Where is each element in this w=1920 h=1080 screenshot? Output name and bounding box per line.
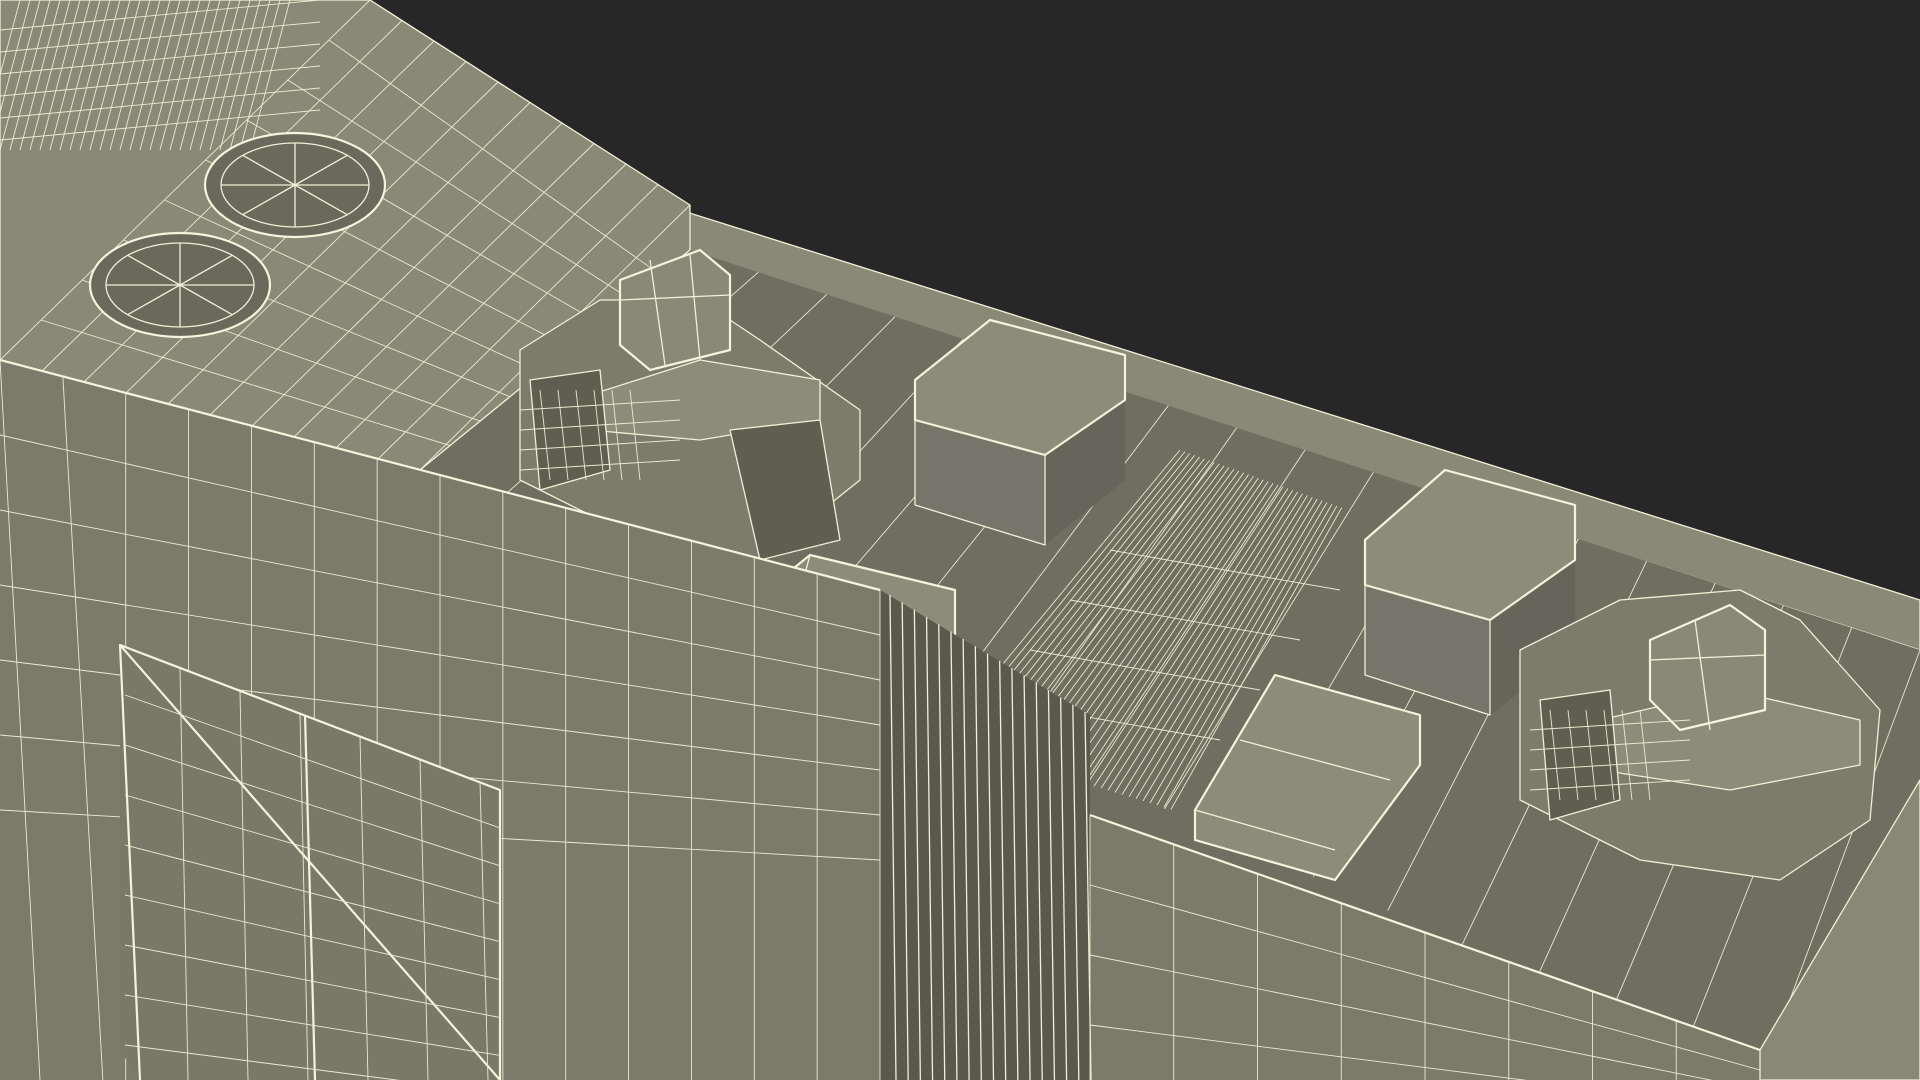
roof-fan-2 (88, 231, 272, 339)
wireframe-render-canvas (0, 0, 1920, 1080)
roof-fan-1 (203, 131, 387, 239)
